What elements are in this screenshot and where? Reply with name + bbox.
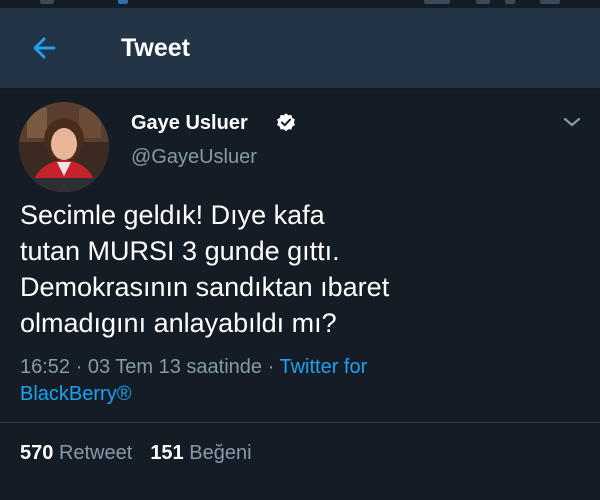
tweet-source-link[interactable]: Twitter for: [279, 356, 367, 378]
like-label: Beğeni: [189, 442, 252, 464]
page-title: Tweet: [121, 34, 190, 62]
author-handle[interactable]: @GayeUsluer: [131, 146, 257, 169]
arrow-left-icon: [33, 37, 56, 59]
tweet-text-line: Demokrasının sandıktan ıbaret: [20, 272, 390, 302]
tweet-source-link[interactable]: BlackBerry®: [20, 383, 131, 405]
status-indicator: [40, 0, 54, 4]
separator: ·: [262, 356, 280, 378]
like-count: 151: [150, 442, 184, 464]
avatar[interactable]: [19, 102, 109, 192]
retweets-stat[interactable]: 570 Retweet: [20, 442, 132, 464]
battery-icon: [505, 0, 515, 4]
tweet-menu-button[interactable]: [560, 114, 584, 130]
status-bar: [0, 0, 600, 8]
tweet-text-line: olmadıgını anlayabıldı mı?: [20, 308, 337, 338]
tweet-stats: 570 Retweet 151 Beğeni: [20, 442, 252, 465]
back-button[interactable]: [28, 32, 68, 64]
tweet-metadata: 16:52 · 03 Tem 13 saatinde · Twitter for…: [20, 354, 580, 408]
top-app-bar: Tweet: [0, 8, 600, 89]
tweet-text-line: Secimle geldık! Dıye kafa: [20, 200, 325, 230]
author-name[interactable]: Gaye Usluer: [131, 112, 248, 135]
profile-photo: [19, 102, 109, 192]
retweet-count: 570: [20, 442, 54, 464]
separator: ·: [70, 356, 88, 378]
retweet-label: Retweet: [58, 442, 133, 464]
divider: [0, 422, 600, 423]
likes-stat[interactable]: 151 Beğeni: [150, 442, 251, 464]
tweet-text: Secimle geldık! Dıye kafa tutan MURSI 3 …: [20, 197, 540, 341]
clock: [540, 0, 560, 4]
status-indicator: [118, 0, 128, 4]
tweet-date: 03 Tem 13 saatinde: [87, 356, 263, 378]
tweet-text-line: tutan MURSI 3 gunde gıttı.: [20, 236, 340, 266]
wifi-icon: [476, 0, 490, 4]
signal-icon: [424, 0, 450, 4]
tweet-time: 16:52: [20, 356, 71, 378]
chevron-down-icon: [563, 117, 581, 127]
verified-badge-icon: [277, 113, 295, 132]
